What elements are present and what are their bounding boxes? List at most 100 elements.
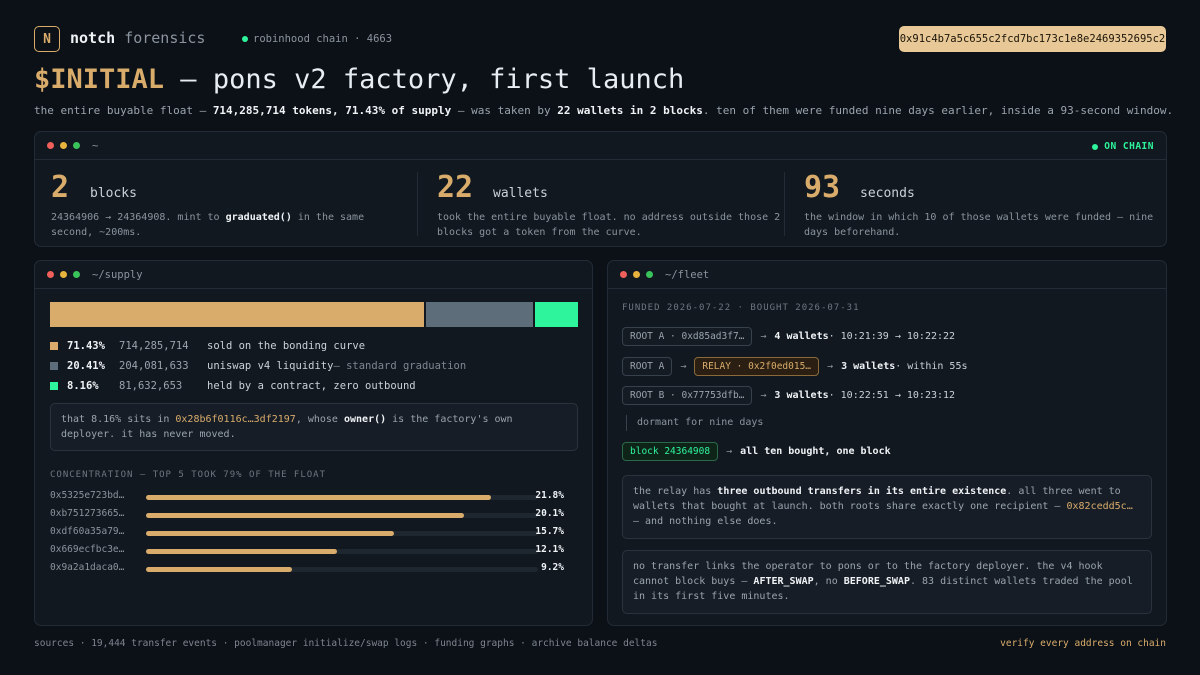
concentration-fill <box>146 495 491 500</box>
arrow-icon: → <box>827 361 834 372</box>
stat-description: 24364906 → 24364908. mint to graduated()… <box>51 210 401 240</box>
concentration-track <box>146 531 538 536</box>
callout-text: that 8.16% sits in <box>61 414 176 425</box>
stat-desc-text: 24364906 → 24364908. mint to <box>51 212 226 223</box>
stat-desc-bold: graduated() <box>225 212 292 223</box>
arrow-icon: → <box>726 446 733 457</box>
fleet-dates-label: FUNDED 2026-07-22 · BOUGHT 2026-07-31 <box>622 303 860 313</box>
concentration-track <box>146 549 538 554</box>
stat-number: 2 <box>51 170 70 205</box>
root-a-chip[interactable]: ROOT A · 0xd85ad3f7… <box>622 327 753 346</box>
subtitle-bold-wallets: 22 wallets in 2 blocks <box>557 104 703 117</box>
concentration-row: 0x5325e723bd… 21.8% <box>50 490 564 504</box>
block-summary: all ten bought, one block <box>740 446 891 457</box>
fleet-row-block: block 24364908 → all ten bought, one blo… <box>622 442 891 461</box>
subtitle-bold-supply: 714,285,714 tokens, 71.43% of supply <box>212 104 452 117</box>
relay-chip[interactable]: RELAY · 0x2f0ed015… <box>694 357 820 376</box>
concentration-pct: 12.1% <box>535 544 564 555</box>
hook-note: no transfer links the operator to pons o… <box>622 550 1152 614</box>
root-b-chip[interactable]: ROOT B · 0x77753dfb… <box>622 386 753 405</box>
legend-pct: 20.41% <box>67 360 105 372</box>
chain-label: robinhood chain · 4663 <box>253 33 393 45</box>
wallet-address[interactable]: 0x669ecfbc3e… <box>50 544 124 555</box>
dormant-note: dormant for nine days <box>626 415 763 431</box>
minimize-dot-icon[interactable] <box>633 271 640 278</box>
concentration-pct: 9.2% <box>541 562 564 573</box>
wallet-address[interactable]: 0x5325e723bd… <box>50 490 124 501</box>
subtitle-text: the entire buyable float — <box>34 104 213 117</box>
wallet-count: 4 wallets <box>774 331 829 342</box>
fleet-panel: ~/fleet FUNDED 2026-07-22 · BOUGHT 2026-… <box>607 260 1167 626</box>
divider <box>784 172 785 236</box>
chain-indicator: robinhood chain · 4663 <box>242 33 392 45</box>
divider <box>417 172 418 236</box>
concentration-row: 0xb751273665… 20.1% <box>50 508 564 522</box>
close-dot-icon[interactable] <box>47 142 54 149</box>
stat-unit: blocks <box>90 186 137 201</box>
maximize-dot-icon[interactable] <box>73 142 80 149</box>
concentration-row: 0xdf60a35a79… 15.7% <box>50 526 564 540</box>
subtitle-text: — was taken by <box>451 104 558 117</box>
stat-number: 93 <box>804 170 841 205</box>
concentration-pct: 20.1% <box>535 508 564 519</box>
window-controls <box>620 271 653 278</box>
token-symbol: $INITIAL <box>34 64 165 95</box>
concentration-track <box>146 567 538 572</box>
concentration-fill <box>146 531 395 536</box>
concentration-fill <box>146 567 292 572</box>
minimize-dot-icon[interactable] <box>60 142 67 149</box>
arrow-icon: → <box>760 390 767 401</box>
status-dot-icon <box>242 36 248 42</box>
fleet-panel-titlebar: ~/fleet <box>608 261 1166 289</box>
concentration-label: CONCENTRATION — TOP 5 TOOK 79% OF THE FL… <box>50 470 326 480</box>
callout-text: , whose <box>295 414 344 425</box>
block-chip[interactable]: block 24364908 <box>622 442 719 461</box>
contract-address-pill[interactable]: 0x91c4b7a5c655c2fcd7bc173c1e8e2469352695… <box>899 26 1166 52</box>
wallet-address[interactable]: 0xdf60a35a79… <box>50 526 124 537</box>
maximize-dot-icon[interactable] <box>646 271 653 278</box>
panel-path: ~/fleet <box>665 268 710 281</box>
close-dot-icon[interactable] <box>47 271 54 278</box>
root-a-chip[interactable]: ROOT A <box>622 357 673 376</box>
callout-bold: owner() <box>343 414 387 425</box>
verify-link[interactable]: verify every address on chain <box>1000 638 1166 649</box>
relay-note: the relay has three outbound transfers i… <box>622 475 1152 539</box>
arrow-icon: → <box>680 361 687 372</box>
brand-secondary: forensics <box>124 29 206 47</box>
supply-panel: ~/supply 71.43% 714,285,714 sold on the … <box>34 260 593 626</box>
concentration-pct: 15.7% <box>535 526 564 537</box>
wallet-count: 3 wallets <box>774 390 829 401</box>
note-text: , no <box>813 576 844 587</box>
close-dot-icon[interactable] <box>620 271 627 278</box>
concentration-track <box>146 495 538 500</box>
status-dot-icon <box>1092 143 1099 150</box>
note-bold: AFTER_SWAP <box>753 576 814 587</box>
page-subtitle: the entire buyable float — 714,285,714 t… <box>34 104 1173 117</box>
wallet-address[interactable]: 0xb751273665… <box>50 508 124 519</box>
minimize-dot-icon[interactable] <box>60 271 67 278</box>
fleet-row-relay: ROOT A → RELAY · 0x2f0ed015… → 3 wallets… <box>622 357 968 376</box>
stats-panel: ~ ON CHAIN 2 blocks 24364906 → 24364908.… <box>34 131 1167 247</box>
maximize-dot-icon[interactable] <box>73 271 80 278</box>
concentration-fill <box>146 513 465 518</box>
on-chain-label: ON CHAIN <box>1104 141 1154 152</box>
page-title: $INITIAL — pons v2 factory, first launch <box>34 64 684 95</box>
wallet-address[interactable]: 0x9a2a1daca0… <box>50 562 124 573</box>
stat-seconds: 93 seconds the window in which 10 of tho… <box>804 170 1153 240</box>
subtitle-text: . ten of them were funded nine days earl… <box>702 104 1174 117</box>
legend-amount: 81,632,653 <box>119 380 183 392</box>
stat-number: 22 <box>437 170 474 205</box>
note-bold: BEFORE_SWAP <box>843 576 910 587</box>
shared-recipient-link[interactable]: 0x82cedd5c… <box>1066 501 1132 512</box>
stat-wallets: 22 wallets took the entire buyable float… <box>437 170 780 240</box>
stat-description: took the entire buyable float. no addres… <box>437 212 781 238</box>
concentration-row: 0x669ecfbc3e… 12.1% <box>50 544 564 558</box>
note-text: the relay has <box>633 486 718 497</box>
stat-blocks: 2 blocks 24364906 → 24364908. mint to gr… <box>51 170 364 240</box>
time-range: · 10:21:39 → 10:22:22 <box>828 331 956 342</box>
title-rest: — pons v2 factory, first launch <box>164 64 685 95</box>
brand-primary: notch <box>70 29 116 47</box>
concentration-fill <box>146 549 338 554</box>
fleet-row-root-b: ROOT B · 0x77753dfb… → 3 wallets · 10:22… <box>622 386 955 405</box>
contract-address-link[interactable]: 0x28b6f0116c…3df2197 <box>175 414 295 425</box>
